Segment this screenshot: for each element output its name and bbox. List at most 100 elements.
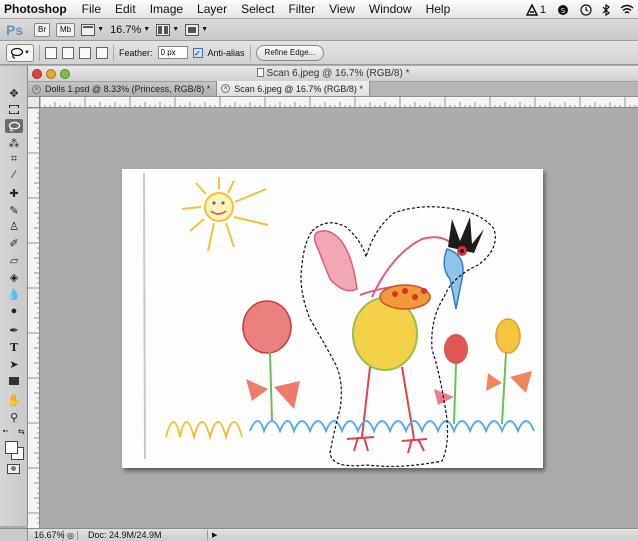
refine-edge-button[interactable]: Refine Edge... bbox=[255, 44, 325, 61]
canvas-area[interactable] bbox=[40, 108, 638, 528]
bluetooth-icon[interactable] bbox=[602, 3, 610, 16]
anti-alias-label: Anti-alias bbox=[207, 47, 245, 58]
hand-icon: ✋ bbox=[7, 394, 21, 407]
menu-select[interactable]: Select bbox=[234, 2, 281, 16]
document-tabs: × Dolls 1.psd @ 8.33% (Princess, RGB/8) … bbox=[28, 81, 638, 97]
menu-status-area: 1 S bbox=[525, 0, 634, 19]
tab-label: Dolls 1.psd @ 8.33% (Princess, RGB/8) * bbox=[45, 84, 211, 94]
rectangle-icon bbox=[9, 377, 19, 385]
launch-bridge-button[interactable]: Br bbox=[34, 22, 50, 37]
eraser-icon: ▱ bbox=[9, 254, 19, 267]
rectangle-tool[interactable] bbox=[5, 374, 23, 388]
horizontal-ruler[interactable] bbox=[40, 97, 638, 108]
tools-panel-footer bbox=[0, 528, 28, 541]
adobe-updates-icon[interactable]: 1 bbox=[525, 3, 546, 16]
menu-filter[interactable]: Filter bbox=[281, 2, 322, 16]
document-canvas[interactable] bbox=[122, 169, 543, 468]
lasso-icon bbox=[8, 121, 20, 132]
time-machine-icon[interactable] bbox=[580, 3, 592, 16]
pen-tool[interactable]: ✒ bbox=[5, 323, 23, 337]
foreground-color-swatch[interactable] bbox=[5, 441, 18, 454]
view-extras-icon bbox=[81, 23, 96, 36]
paint-bucket-tool[interactable]: ◈ bbox=[5, 270, 23, 284]
default-colors-icon[interactable]: ▪▫ bbox=[3, 428, 8, 435]
tab-scan-6[interactable]: × Scan 6.jpeg @ 16.7% (RGB/8) * bbox=[217, 81, 370, 96]
ruler-origin[interactable] bbox=[28, 97, 40, 108]
move-tool[interactable]: ✥ bbox=[5, 86, 23, 100]
arrange-documents-menu[interactable]: ▼ bbox=[156, 23, 180, 36]
application-bar: Ps Br Mb ▼ 16.7% ▼ ▼ ▼ bbox=[0, 19, 638, 41]
separator bbox=[113, 44, 114, 61]
sun-drawing bbox=[181, 177, 269, 252]
zoom-window-button[interactable] bbox=[60, 68, 70, 79]
menu-edit[interactable]: Edit bbox=[108, 2, 143, 16]
dodge-tool[interactable]: ● bbox=[5, 304, 23, 318]
marquee-icon bbox=[9, 104, 19, 114]
anti-alias-checkbox[interactable]: ✓ bbox=[192, 47, 203, 58]
history-brush-tool[interactable]: ✐ bbox=[5, 236, 23, 250]
wifi-icon[interactable] bbox=[620, 4, 634, 15]
eyedropper-tool[interactable]: ⁄ bbox=[5, 168, 23, 182]
intersect-selection-button[interactable] bbox=[96, 46, 108, 59]
add-to-selection-button[interactable] bbox=[62, 46, 74, 59]
view-extras-menu[interactable]: ▼ bbox=[81, 23, 105, 36]
sync-icon[interactable]: S bbox=[556, 4, 570, 16]
menu-file[interactable]: File bbox=[75, 2, 108, 16]
eraser-tool[interactable]: ▱ bbox=[5, 253, 23, 267]
status-menu-arrow-icon[interactable]: ▶ bbox=[208, 531, 217, 539]
healing-brush-icon: ✚ bbox=[9, 187, 19, 200]
blur-icon: 💧 bbox=[7, 288, 21, 301]
tool-preset-picker[interactable]: ▼ bbox=[6, 43, 34, 62]
new-selection-button[interactable] bbox=[45, 46, 57, 59]
menu-layer[interactable]: Layer bbox=[190, 2, 234, 16]
feather-input[interactable] bbox=[157, 46, 188, 59]
close-window-button[interactable] bbox=[32, 68, 42, 79]
quick-selection-tool[interactable]: ⁂ bbox=[5, 136, 23, 150]
menu-view[interactable]: View bbox=[322, 2, 362, 16]
document-size-info: Doc: 24.9M/24.9M bbox=[78, 530, 208, 540]
menu-image[interactable]: Image bbox=[143, 2, 190, 16]
mini-bridge-button[interactable]: Mb bbox=[56, 22, 76, 37]
quick-selection-icon: ⁂ bbox=[8, 137, 20, 150]
swap-colors-icon[interactable]: ⇆ bbox=[18, 427, 25, 436]
screen-mode-menu[interactable]: ▼ bbox=[185, 23, 208, 36]
photoshop-logo: Ps bbox=[6, 21, 24, 38]
separator bbox=[39, 44, 40, 61]
zoom-level-menu[interactable]: 16.7% ▼ bbox=[110, 24, 150, 36]
feather-label: Feather: bbox=[119, 47, 153, 58]
path-selection-icon: ➤ bbox=[9, 358, 19, 371]
adobe-badge-count: 1 bbox=[539, 3, 546, 16]
dodge-icon: ● bbox=[10, 305, 18, 317]
lasso-tool[interactable] bbox=[5, 119, 23, 133]
close-tab-icon[interactable]: × bbox=[32, 84, 41, 94]
vertical-ruler[interactable] bbox=[28, 108, 40, 528]
close-tab-icon[interactable]: × bbox=[221, 84, 231, 93]
hand-tool[interactable]: ✋ bbox=[5, 393, 23, 407]
menu-window[interactable]: Window bbox=[362, 2, 419, 16]
document-window-titlebar: Scan 6.jpeg @ 16.7% (RGB/8) * bbox=[28, 66, 638, 82]
eyedropper-icon: ⁄ bbox=[13, 169, 15, 181]
marquee-tool[interactable] bbox=[5, 102, 23, 116]
chevron-down-icon: ▼ bbox=[97, 26, 105, 33]
window-title: Scan 6.jpeg @ 16.7% (RGB/8) * bbox=[28, 68, 638, 79]
menu-help[interactable]: Help bbox=[419, 2, 458, 16]
chevron-down-icon: ▼ bbox=[172, 26, 180, 33]
quick-mask-button[interactable] bbox=[7, 464, 20, 474]
tab-dolls[interactable]: × Dolls 1.psd @ 8.33% (Princess, RGB/8) … bbox=[28, 82, 218, 96]
clone-stamp-tool[interactable]: ♙ bbox=[5, 219, 23, 233]
path-selection-tool[interactable]: ➤ bbox=[5, 357, 23, 371]
subtract-from-selection-button[interactable] bbox=[79, 46, 91, 59]
chevron-down-icon: ▼ bbox=[24, 49, 30, 56]
healing-brush-tool[interactable]: ✚ bbox=[5, 186, 23, 200]
type-tool[interactable]: T bbox=[5, 340, 23, 354]
minimize-window-button[interactable] bbox=[46, 68, 56, 79]
app-menu[interactable]: Photoshop bbox=[4, 2, 67, 16]
arrange-documents-icon bbox=[156, 23, 171, 36]
brush-tool[interactable]: ✎ bbox=[5, 203, 23, 217]
crop-icon: ⌗ bbox=[10, 152, 18, 165]
zoom-tool[interactable]: ⚲ bbox=[5, 410, 23, 424]
crop-tool[interactable]: ⌗ bbox=[5, 152, 23, 166]
blur-tool[interactable]: 💧 bbox=[5, 287, 23, 301]
status-zoom-field[interactable]: 16.67% bbox=[28, 530, 65, 540]
navigator-icon[interactable]: ◎ bbox=[64, 530, 78, 540]
